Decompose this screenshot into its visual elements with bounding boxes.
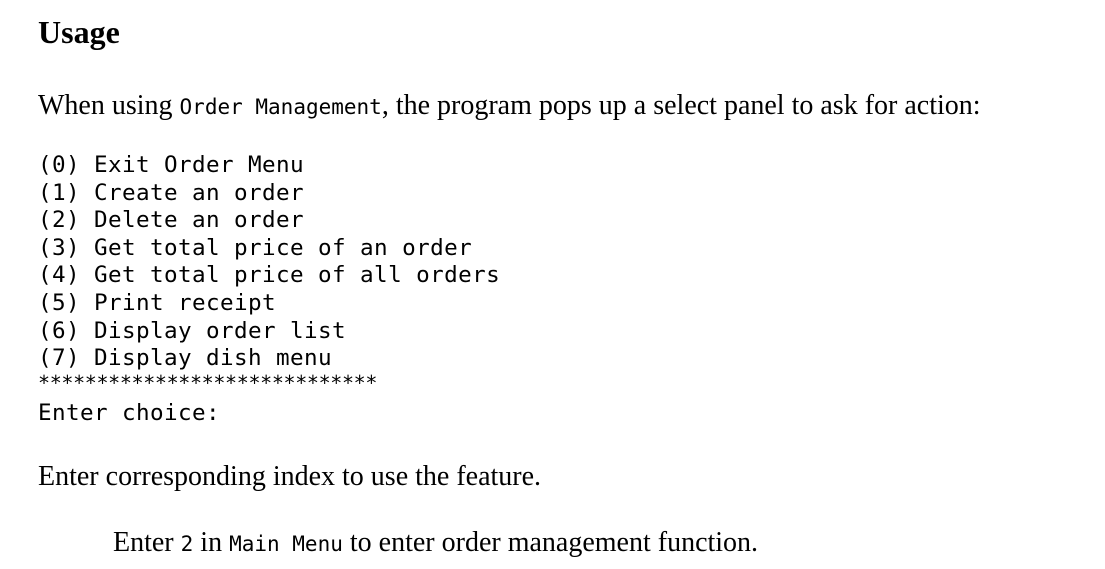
menu-separator: ***************************** [38,370,378,395]
menu-option: (7) Display dish menu [38,345,333,372]
outro-paragraph: Enter corresponding index to use the fea… [38,461,542,492]
menu-prompt: Enter choice: [38,399,221,426]
menu-code-block: (0) Exit Order Menu (1) Create an order (2… [38,152,500,427]
note-text-middle: in [193,527,230,558]
intro-text-after: , the program pops up a select panel to … [381,90,981,121]
section-heading: Usage [38,14,120,50]
note-text-before: Enter [113,527,181,558]
intro-inline-code: Order Management [179,95,382,119]
intro-text-before: When using [38,90,180,121]
note-inline-code-number: 2 [180,532,194,556]
note-text-after: to enter order management function. [342,527,759,558]
menu-option: (1) Create an order [38,179,305,206]
menu-option: (5) Print receipt [38,289,277,316]
note-paragraph: Enter 2 in Main Menu to enter order mana… [113,525,758,562]
note-inline-code-menu: Main Menu [229,532,343,556]
menu-option: (4) Get total price of all orders [38,262,501,289]
menu-option: (2) Delete an order [38,207,305,234]
menu-option: (0) Exit Order Menu [38,152,305,178]
menu-option: (6) Display order list [38,317,347,344]
intro-paragraph: When using Order Management, the program… [38,88,981,125]
menu-option: (3) Get total price of an order [38,234,473,261]
